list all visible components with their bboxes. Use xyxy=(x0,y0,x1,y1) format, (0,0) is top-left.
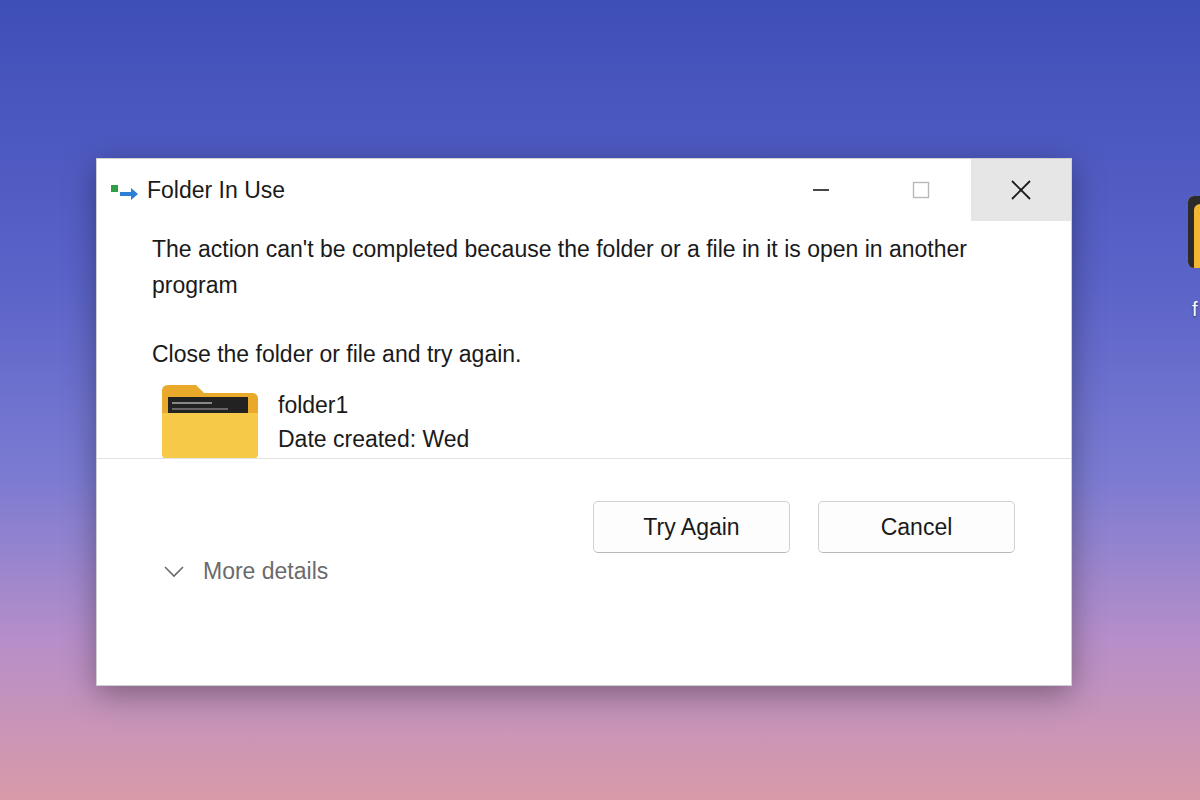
file-icon xyxy=(1188,196,1200,268)
folder-icon xyxy=(160,383,260,461)
dialog: Folder In Use The action can't be complet… xyxy=(96,158,1072,686)
file-move-icon xyxy=(109,178,141,202)
maximize-icon xyxy=(911,180,931,200)
instruction: Close the folder or file and try again. xyxy=(152,337,1015,371)
dialog-button[interactable]: Try Again xyxy=(593,501,790,553)
minimize-button[interactable] xyxy=(771,159,871,221)
desktop-icon-label: f xyxy=(1188,298,1198,321)
item-detail: Date created: Wed xyxy=(278,424,469,454)
close-button[interactable] xyxy=(971,159,1071,221)
dialog-button[interactable]: Cancel xyxy=(818,501,1015,553)
chevron-icon xyxy=(163,565,185,579)
details-toggle[interactable]: More details xyxy=(97,458,1071,686)
desktop-icon[interactable]: f xyxy=(1188,196,1200,321)
dialog-title: Folder In Use xyxy=(147,177,285,204)
title-bar: Folder In Use xyxy=(97,159,1071,221)
item-row: folder1 Date created: Wed xyxy=(152,383,1015,461)
close-icon xyxy=(1010,179,1032,201)
dialog-body: The action can't be completed because th… xyxy=(97,221,1071,458)
message: The action can't be completed because th… xyxy=(152,231,1015,303)
maximize-button xyxy=(871,159,971,221)
desktop: f Folder In Use The action can't be comple… xyxy=(0,0,1200,800)
minimize-icon xyxy=(811,180,831,200)
item-name: folder1 xyxy=(278,390,469,420)
details-label: More details xyxy=(203,558,328,585)
